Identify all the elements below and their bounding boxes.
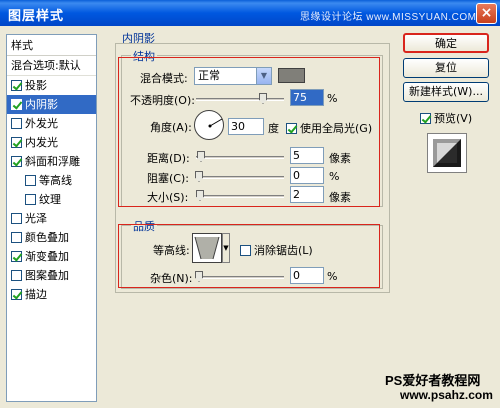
- noise-unit: %: [327, 270, 338, 283]
- distance-input[interactable]: 5: [290, 147, 324, 164]
- styles-header[interactable]: 样式: [7, 35, 96, 56]
- size-slider[interactable]: [196, 195, 284, 198]
- preview-label: 预览(V): [434, 112, 473, 125]
- contour-label: 等高线:: [153, 244, 190, 257]
- choke-unit: %: [329, 170, 340, 183]
- style-item-label: 外发光: [25, 117, 58, 130]
- choke-slider[interactable]: [196, 176, 284, 179]
- opacity-unit: %: [327, 92, 338, 105]
- size-input[interactable]: 2: [290, 186, 324, 203]
- checkbox-unchecked-icon[interactable]: [11, 232, 22, 243]
- blend-mode-select[interactable]: 正常 ▼: [194, 67, 272, 85]
- style-item[interactable]: 纹理: [7, 190, 96, 209]
- checkbox-unchecked-icon[interactable]: [11, 213, 22, 224]
- shadow-color-swatch[interactable]: [278, 68, 305, 83]
- reset-button[interactable]: 复位: [403, 58, 489, 78]
- antialias-label: 消除锯齿(L): [254, 244, 313, 257]
- chevron-down-icon[interactable]: ▼: [256, 68, 271, 84]
- watermark-text: 思缘设计论坛 www.MISSYUAN.COM: [300, 12, 477, 23]
- preview-checkbox[interactable]: 预览(V): [420, 110, 472, 126]
- style-item[interactable]: 颜色叠加: [7, 228, 96, 247]
- noise-slider[interactable]: [196, 276, 284, 279]
- checkbox-checked-icon[interactable]: [11, 289, 22, 300]
- checkbox-checked-icon[interactable]: [11, 80, 22, 91]
- blend-mode-label: 混合模式:: [140, 72, 188, 85]
- style-item[interactable]: 等高线: [7, 171, 96, 190]
- style-item[interactable]: 斜面和浮雕: [7, 152, 96, 171]
- checkbox-unchecked-icon[interactable]: [11, 118, 22, 129]
- global-light-checkbox[interactable]: 使用全局光(G): [286, 120, 372, 136]
- style-item-label: 等高线: [39, 174, 72, 187]
- opacity-label: 不透明度(O):: [130, 94, 195, 107]
- antialias-checkbox[interactable]: 消除锯齿(L): [240, 242, 313, 258]
- ok-button[interactable]: 确定: [403, 33, 489, 53]
- checkbox-unchecked-icon[interactable]: [25, 175, 36, 186]
- checkbox-checked-icon[interactable]: [286, 122, 297, 134]
- blend-mode-value: 正常: [198, 69, 220, 82]
- choke-input[interactable]: 0: [290, 167, 324, 184]
- style-item-label: 光泽: [25, 212, 47, 225]
- style-item-label: 纹理: [39, 193, 61, 206]
- style-item-label: 投影: [25, 79, 47, 92]
- noise-label: 杂色(N):: [150, 272, 193, 285]
- size-unit: 像素: [329, 191, 351, 204]
- contour-picker[interactable]: [192, 233, 222, 263]
- blending-options-item[interactable]: 混合选项:默认: [7, 56, 96, 76]
- angle-needle-icon: [208, 118, 223, 128]
- checkbox-unchecked-icon[interactable]: [240, 244, 251, 256]
- style-item[interactable]: 投影: [7, 76, 96, 95]
- window-title: 图层样式: [8, 8, 65, 23]
- angle-label: 角度(A):: [150, 121, 192, 134]
- checkbox-checked-icon[interactable]: [11, 99, 22, 110]
- style-item[interactable]: 图案叠加: [7, 266, 96, 285]
- new-style-button[interactable]: 新建样式(W)...: [403, 82, 489, 102]
- checkbox-checked-icon[interactable]: [11, 251, 22, 262]
- style-item[interactable]: 光泽: [7, 209, 96, 228]
- style-item[interactable]: 内阴影: [7, 95, 96, 114]
- angle-input[interactable]: 30: [228, 118, 264, 135]
- distance-unit: 像素: [329, 152, 351, 165]
- checkbox-unchecked-icon[interactable]: [11, 270, 22, 281]
- close-button[interactable]: ×: [476, 3, 497, 24]
- title-bar: 图层样式 思缘设计论坛 www.MISSYUAN.COM ×: [0, 0, 500, 26]
- style-item-label: 图案叠加: [25, 269, 69, 282]
- style-item-label: 内发光: [25, 136, 58, 149]
- site-brand: PS爱好者教程网: [385, 373, 481, 388]
- angle-unit: 度: [268, 122, 279, 135]
- styles-list: 样式 混合选项:默认 投影内阴影外发光内发光斜面和浮雕等高线纹理光泽颜色叠加渐变…: [6, 34, 97, 402]
- checkbox-checked-icon[interactable]: [11, 137, 22, 148]
- opacity-slider[interactable]: [196, 98, 284, 101]
- site-url: www.psahz.com: [400, 388, 493, 402]
- preview-shape-icon: [433, 139, 461, 167]
- size-label: 大小(S):: [147, 191, 189, 204]
- style-item[interactable]: 外发光: [7, 114, 96, 133]
- choke-label: 阻塞(C):: [147, 172, 189, 185]
- contour-curve-icon: [194, 236, 220, 260]
- style-item-label: 内阴影: [25, 98, 58, 111]
- opacity-input[interactable]: 75: [290, 89, 324, 106]
- checkbox-checked-icon[interactable]: [11, 156, 22, 167]
- distance-label: 距离(D):: [147, 152, 190, 165]
- style-item-label: 渐变叠加: [25, 250, 69, 263]
- distance-slider[interactable]: [196, 156, 284, 159]
- checkbox-unchecked-icon[interactable]: [25, 194, 36, 205]
- global-light-label: 使用全局光(G): [300, 122, 373, 135]
- style-item[interactable]: 内发光: [7, 133, 96, 152]
- noise-input[interactable]: 0: [290, 267, 324, 284]
- style-item-label: 颜色叠加: [25, 231, 69, 244]
- checkbox-checked-icon[interactable]: [420, 112, 431, 124]
- style-item[interactable]: 描边: [7, 285, 96, 304]
- style-item[interactable]: 渐变叠加: [7, 247, 96, 266]
- preview-swatch: [427, 133, 467, 173]
- angle-dial[interactable]: [194, 110, 224, 140]
- style-item-label: 描边: [25, 288, 47, 301]
- contour-dropdown-icon[interactable]: ▼: [222, 233, 230, 263]
- style-item-label: 斜面和浮雕: [25, 155, 80, 168]
